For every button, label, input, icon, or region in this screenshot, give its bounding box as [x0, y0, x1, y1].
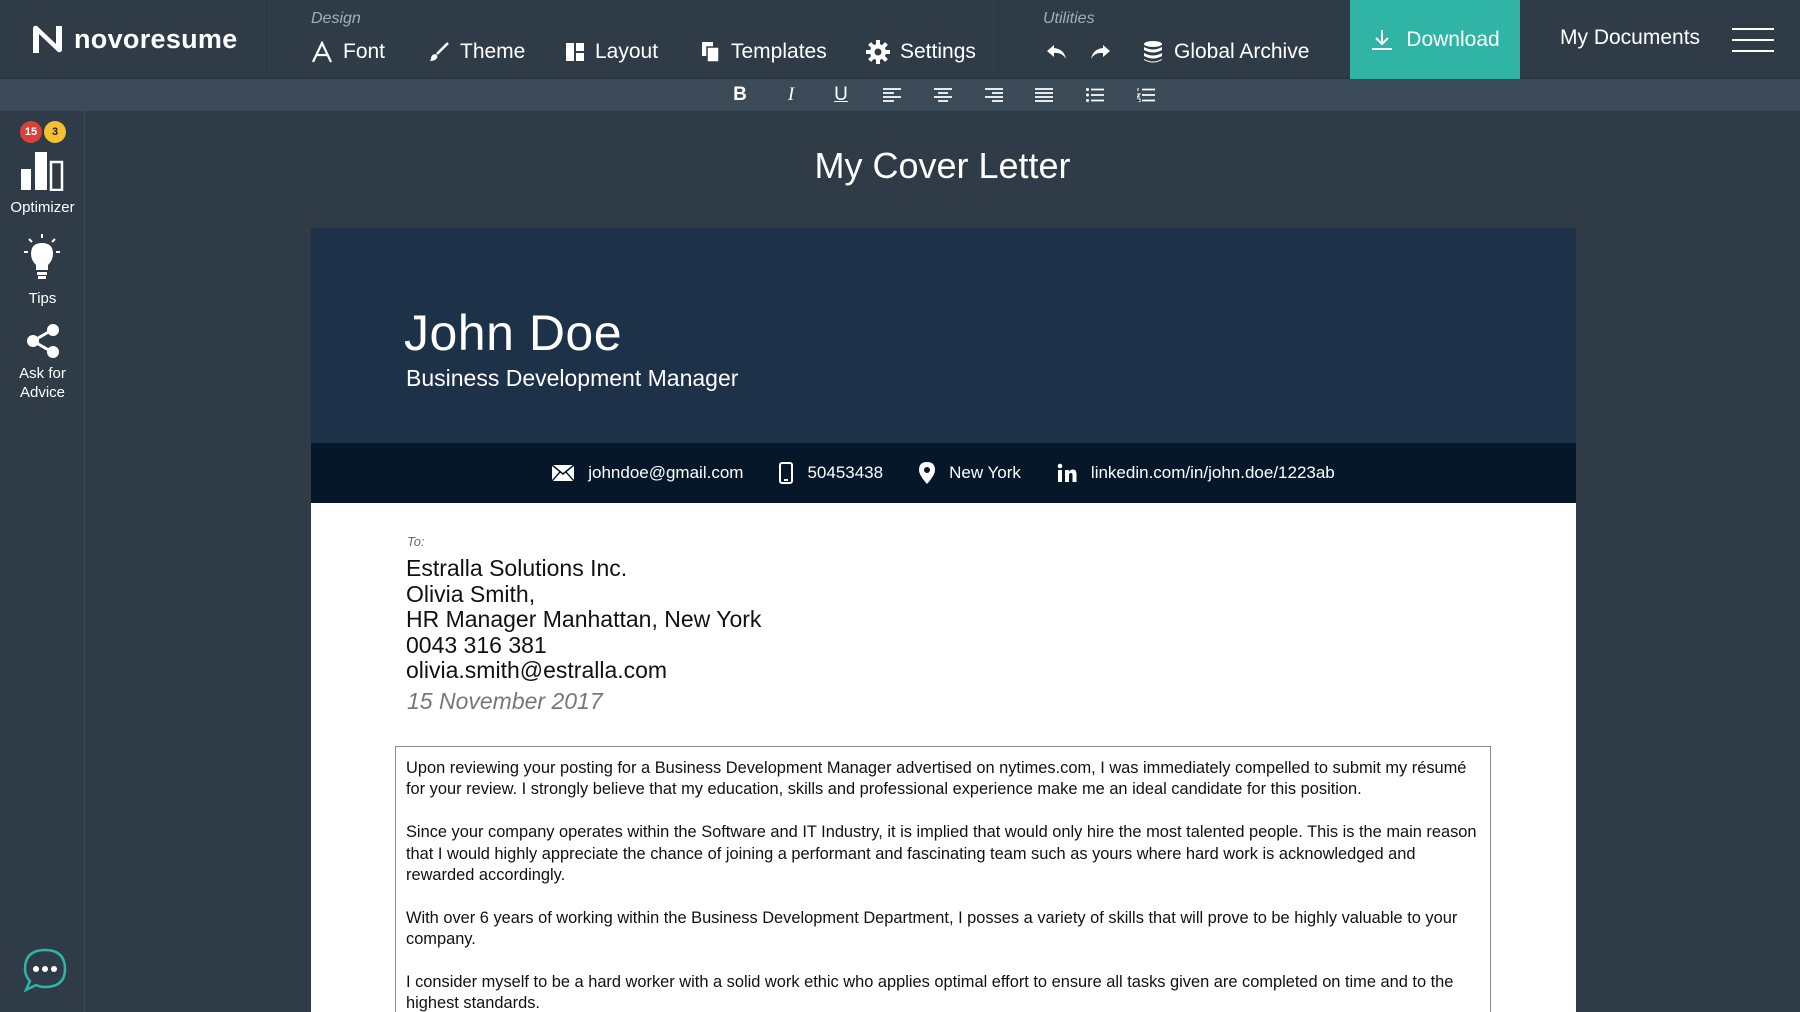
sidebar-item-ask-for-advice[interactable]: Ask for Advice — [0, 323, 85, 418]
database-icon — [1144, 41, 1162, 63]
share-icon — [27, 324, 59, 358]
error-count-badge: 15 — [20, 121, 42, 143]
recipient-name: Olivia Smith, — [406, 580, 536, 607]
menu-icon[interactable] — [1732, 28, 1774, 52]
templates-icon — [702, 42, 720, 63]
sidebar-item-optimizer[interactable]: 15 3 Optimizer — [0, 111, 85, 216]
theme-button[interactable]: Theme — [428, 36, 525, 68]
design-group-label: Design — [311, 10, 361, 27]
warning-count-badge: 3 — [44, 121, 66, 143]
bullet-list-button[interactable] — [1081, 84, 1109, 106]
chat-button[interactable] — [22, 947, 68, 993]
lightbulb-icon — [24, 234, 60, 279]
applicant-name[interactable]: John Doe — [404, 304, 622, 362]
recipient-phone: 0043 316 381 — [406, 631, 547, 658]
letter-body-editor[interactable]: Upon reviewing your posting for a Busine… — [395, 746, 1491, 1012]
bullet-list-icon — [1086, 88, 1104, 102]
contact-location[interactable]: New York — [919, 462, 1021, 484]
sidebar-item-label: Tips — [28, 290, 57, 307]
bold-button[interactable]: B — [726, 84, 754, 106]
contact-email[interactable]: johndoe@gmail.com — [552, 463, 743, 483]
text-format-toolbar: B I U — [0, 79, 1800, 111]
contact-phone[interactable]: 50453438 — [779, 462, 883, 484]
recipient-email: olivia.smith@estralla.com — [406, 657, 668, 684]
undo-icon — [1047, 45, 1066, 59]
letter-date[interactable]: 15 November 2017 — [407, 688, 603, 715]
settings-label: Settings — [900, 40, 976, 63]
gear-icon — [866, 40, 890, 64]
justify-button[interactable] — [1030, 84, 1058, 106]
body-paragraph: Upon reviewing your posting for a Busine… — [406, 759, 1467, 799]
redo-button[interactable] — [1090, 36, 1122, 68]
settings-button[interactable]: Settings — [866, 36, 976, 68]
applicant-role[interactable]: Business Development Manager — [406, 365, 738, 392]
align-left-icon — [883, 88, 901, 102]
align-center-icon — [934, 88, 952, 102]
numbered-list-icon — [1137, 88, 1155, 102]
font-button[interactable]: Font — [311, 36, 385, 68]
bar-chart-icon — [21, 152, 64, 191]
redo-icon — [1091, 45, 1110, 59]
divider — [266, 0, 267, 79]
phone-icon — [779, 462, 794, 484]
sidebar-item-label: Optimizer — [10, 199, 75, 216]
layout-icon — [566, 43, 584, 61]
templates-label: Templates — [731, 40, 827, 63]
letter-header: John Doe Business Development Manager — [311, 228, 1576, 443]
email-text: johndoe@gmail.com — [588, 463, 744, 482]
sidebar-item-tips[interactable]: Tips — [0, 233, 85, 313]
brand-name: novoresume — [74, 23, 238, 54]
download-button[interactable]: Download — [1350, 0, 1520, 79]
utilities-group-label: Utilities — [1043, 10, 1095, 27]
undo-button[interactable] — [1045, 36, 1077, 68]
recipient-title: HR Manager Manhattan, New York — [406, 606, 762, 633]
align-right-icon — [985, 88, 1003, 102]
chat-icon — [23, 948, 67, 993]
align-right-button[interactable] — [980, 84, 1008, 106]
align-left-button[interactable] — [878, 84, 906, 106]
global-archive-label: Global Archive — [1174, 40, 1310, 63]
global-archive-button[interactable]: Global Archive — [1142, 36, 1309, 68]
location-text: New York — [949, 463, 1021, 482]
justify-icon — [1035, 88, 1053, 102]
download-label: Download — [1406, 27, 1500, 51]
numbered-list-button[interactable] — [1132, 84, 1160, 106]
page-title: My Cover Letter — [814, 145, 1071, 186]
to-label: To: — [407, 534, 425, 549]
font-icon — [312, 41, 332, 63]
my-documents-link[interactable]: My Documents — [1560, 26, 1700, 50]
sidebar-item-label: Advice — [19, 384, 66, 401]
body-paragraph: I consider myself to be a hard worker wi… — [406, 973, 1454, 1012]
contact-info-bar: johndoe@gmail.com 50453438 New York link… — [311, 443, 1576, 503]
brush-icon — [430, 42, 449, 61]
italic-button[interactable]: I — [777, 84, 805, 106]
download-icon — [1372, 29, 1393, 50]
top-navigation-bar: novoresume Design Font Theme Layout Temp… — [0, 0, 1800, 79]
underline-button[interactable]: U — [827, 84, 855, 106]
brand-logo[interactable]: novoresume — [30, 22, 238, 56]
layout-button[interactable]: Layout — [565, 36, 658, 68]
recipient-block[interactable]: Estralla Solutions Inc. Olivia Smith, HR… — [406, 555, 762, 684]
recipient-company: Estralla Solutions Inc. — [406, 555, 628, 581]
location-pin-icon — [919, 462, 936, 484]
body-paragraph: Since your company operates within the S… — [406, 823, 1477, 885]
theme-label: Theme — [460, 40, 526, 63]
left-sidebar: 15 3 Optimizer Tips Ask for Advice — [0, 111, 85, 1012]
cover-letter-document: John Doe Business Development Manager jo… — [311, 228, 1576, 1012]
body-paragraph: With over 6 years of working within the … — [406, 908, 1458, 949]
linkedin-icon — [1057, 463, 1077, 482]
logo-n-icon — [33, 25, 62, 53]
layout-label: Layout — [595, 40, 659, 63]
divider — [998, 0, 999, 79]
sidebar-item-label: Ask for — [19, 365, 66, 382]
envelope-icon — [552, 465, 575, 481]
phone-text: 50453438 — [807, 463, 884, 482]
font-label: Font — [343, 40, 386, 63]
linkedin-text: linkedin.com/in/john.doe/1223ab — [1090, 463, 1335, 482]
contact-linkedin[interactable]: linkedin.com/in/john.doe/1223ab — [1057, 463, 1335, 483]
templates-button[interactable]: Templates — [701, 36, 827, 68]
align-center-button[interactable] — [929, 84, 957, 106]
